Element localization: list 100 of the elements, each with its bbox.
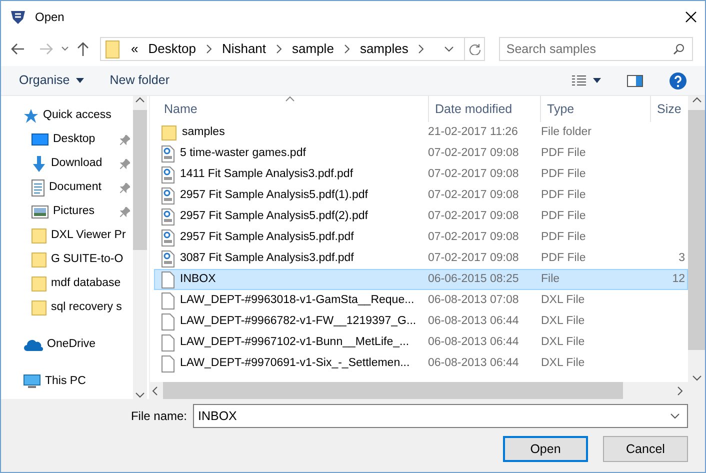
date-cell-text: 07-02-2017 09:08: [427, 230, 520, 245]
list-view-icon: [571, 74, 587, 86]
view-options-button[interactable]: [571, 74, 601, 86]
sidebar-item[interactable]: DXL Viewer Pr: [1, 224, 133, 248]
sidebar-item[interactable]: Pictures: [1, 200, 133, 224]
file-name-field[interactable]: INBOX: [193, 404, 688, 428]
new-folder-button[interactable]: New folder: [110, 71, 170, 90]
up-arrow-icon: [77, 42, 89, 56]
sidebar-item[interactable]: Desktop: [1, 128, 133, 152]
close-button[interactable]: [685, 10, 697, 22]
type-cell-text: PDF File: [540, 208, 587, 224]
file-row[interactable]: LAW_DEPT-#9970691-v1-Six_-_Settlemen... 06-08-2013 06:44 DXL File: [154, 353, 688, 374]
organise-menu-button[interactable]: Organise: [19, 71, 84, 90]
date-cell-text: 07-02-2017 09:08: [427, 146, 520, 161]
search-field[interactable]: Search samples: [499, 37, 693, 61]
breadcrumb[interactable]: sample: [292, 39, 334, 59]
type-cell-text: PDF File: [540, 188, 587, 203]
computer-icon: [23, 374, 41, 390]
date-cell-text: 06-08-2013 06:44: [427, 334, 520, 350]
up-button[interactable]: [77, 42, 89, 56]
sidebar-item[interactable]: This PC: [1, 370, 133, 394]
scrollbar[interactable]: [688, 96, 705, 382]
caret-icon: [76, 78, 84, 83]
down-chevron-icon: [692, 374, 702, 382]
help-button[interactable]: [669, 72, 687, 90]
dropdown-caret-icon: [444, 46, 454, 52]
column-header[interactable]: Name: [150, 96, 429, 122]
date-cell-text: 07-02-2017 09:08: [427, 208, 520, 224]
type-cell-text: PDF File: [540, 146, 587, 161]
date-cell-text: 06-08-2013 06:44: [427, 356, 520, 371]
down-chevron-icon: [135, 391, 145, 399]
chevron-icon: [206, 44, 212, 54]
file-row[interactable]: 2957 Fit Sample Analysis5.pdf(1).pdf 07-02-2017 09:08 PDF File: [154, 185, 688, 206]
sidebar-item[interactable]: Quick access: [1, 104, 133, 128]
preview-pane-icon: [627, 74, 643, 86]
sidebar-item[interactable]: G SUITE-to-O: [1, 248, 133, 272]
address-bar[interactable]: « Desktop Nishant sample samples: [100, 37, 486, 61]
file-name: samples: [182, 124, 225, 140]
document-icon: [161, 228, 175, 246]
file-row[interactable]: 1411 Fit Sample Analysis3.pdf.pdf 07-02-2017 09:08 PDF File: [154, 164, 688, 185]
date-cell-text: 21-02-2017 11:26: [427, 124, 519, 140]
document-icon: [161, 208, 175, 226]
dialog-button[interactable]: Open: [503, 436, 588, 462]
file-name: LAW_DEPT-#9970691-v1-Six_-_Settlemen...: [180, 356, 410, 371]
breadcrumb[interactable]: Nishant: [222, 39, 266, 59]
folder-icon: [105, 39, 121, 59]
file-row[interactable]: INBOX 06-06-2015 08:25 File 12: [154, 269, 688, 290]
file-row[interactable]: 2957 Fit Sample Analysis5.pdf.pdf 07-02-2017 09:08 PDF File: [154, 227, 688, 248]
type-cell-text: DXL File: [540, 292, 586, 308]
close-icon: [685, 10, 697, 22]
window-title: Open: [35, 8, 66, 26]
document-icon: [31, 179, 45, 197]
scrollbar[interactable]: [133, 96, 147, 399]
file-row[interactable]: 2957 Fit Sample Analysis5.pdf(2).pdf 07-02-2017 09:08 PDF File: [154, 206, 688, 227]
date-cell-text: 06-08-2013 06:44: [427, 314, 520, 329]
type-cell-text: PDF File: [540, 250, 587, 266]
column-header[interactable]: Date modified: [429, 96, 541, 122]
sidebar-item[interactable]: OneDrive: [1, 333, 133, 357]
type-cell-text: File: [540, 272, 561, 287]
sort-caret-icon: [285, 96, 295, 102]
file-row[interactable]: LAW_DEPT-#9966782-v1-FW__1219397_G... 06-08-2013 06:44 DXL File: [154, 311, 688, 332]
sidebar-item[interactable]: Download: [1, 152, 133, 176]
column-header[interactable]: Type: [541, 96, 651, 122]
recent-locations-button[interactable]: [61, 46, 69, 52]
file-row[interactable]: samples 21-02-2017 11:26 File folder: [154, 122, 688, 143]
blank-file-icon: [161, 354, 175, 372]
size-cell-text: 12: [671, 272, 686, 287]
scrollbar[interactable]: [150, 382, 705, 399]
preview-pane-button[interactable]: [627, 74, 643, 86]
overflow-chevron[interactable]: «: [131, 39, 138, 59]
back-arrow-icon: [11, 43, 25, 55]
file-name: 1411 Fit Sample Analysis3.pdf.pdf: [180, 166, 354, 182]
folder-icon: [31, 299, 47, 317]
type-cell-text: DXL File: [540, 334, 586, 350]
file-row[interactable]: LAW_DEPT-#9967102-v1-Bunn__MetLife_... 06-08-2013 06:44 DXL File: [154, 332, 688, 353]
date-cell-text: 07-02-2017 09:08: [427, 166, 520, 182]
blank-file-icon: [161, 312, 175, 330]
back-button[interactable]: [11, 43, 25, 55]
up-chevron-icon: [692, 96, 702, 104]
breadcrumb[interactable]: Desktop: [148, 39, 196, 59]
forward-arrow-icon: [39, 43, 53, 55]
document-icon: [161, 250, 175, 268]
breadcrumb[interactable]: samples: [360, 39, 408, 59]
sidebar-item[interactable]: mdf database: [1, 272, 133, 296]
file-name: INBOX: [180, 272, 216, 287]
document-icon: [161, 186, 175, 204]
star-icon: [23, 108, 39, 124]
sidebar-item[interactable]: Document: [1, 176, 133, 200]
cloud-icon: [23, 338, 43, 352]
file-row[interactable]: LAW_DEPT-#9963018-v1-GamSta__Reque... 06-08-2013 07:08 DXL File: [154, 290, 688, 311]
date-cell-text: 07-02-2017 09:08: [427, 188, 520, 203]
right-chevron-icon: [675, 386, 685, 396]
chevron-icon: [344, 44, 350, 54]
type-cell-text: DXL File: [540, 314, 586, 329]
file-row[interactable]: 3087 Fit Sample Analysis3.pdf.pdf 07-02-2017 09:08 PDF File 3: [154, 248, 688, 269]
caret-icon: [61, 46, 69, 52]
file-row[interactable]: 5 time-waster games.pdf 07-02-2017 09:08 PDF File: [154, 143, 688, 164]
dialog-button[interactable]: Cancel: [603, 436, 688, 462]
sidebar-item[interactable]: sql recovery s: [1, 296, 133, 320]
document-icon: [161, 166, 175, 184]
